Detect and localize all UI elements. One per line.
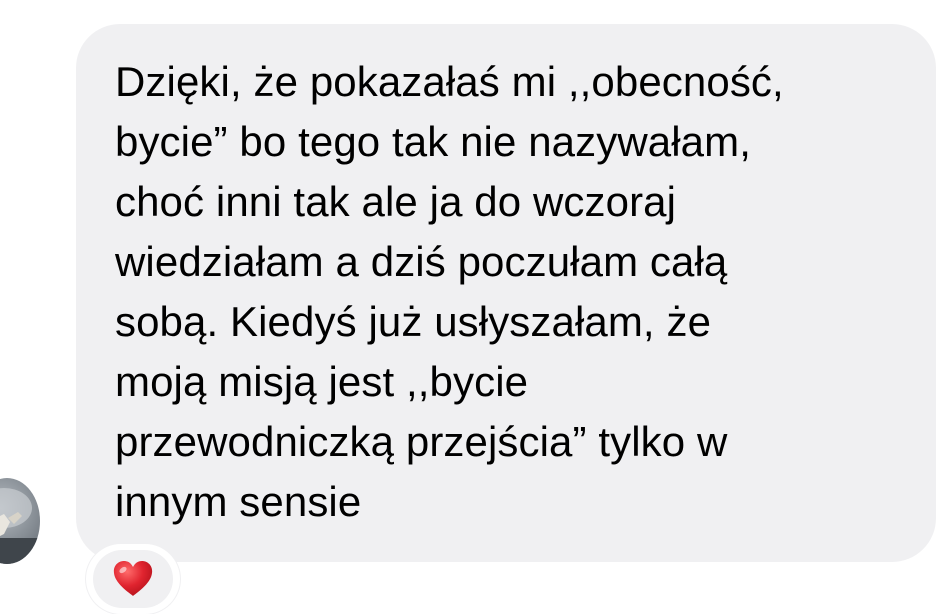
sender-avatar[interactable] bbox=[0, 478, 40, 564]
message-bubble[interactable]: Dzięki, że pokazałaś mi ,,obecność, byci… bbox=[76, 24, 936, 562]
message-text: Dzięki, że pokazałaś mi ,,obecność, byci… bbox=[115, 58, 784, 525]
avatar-photo bbox=[0, 488, 40, 564]
reaction-pill[interactable] bbox=[93, 550, 173, 608]
red-heart-icon bbox=[113, 561, 153, 596]
reaction-badge[interactable] bbox=[86, 544, 180, 614]
